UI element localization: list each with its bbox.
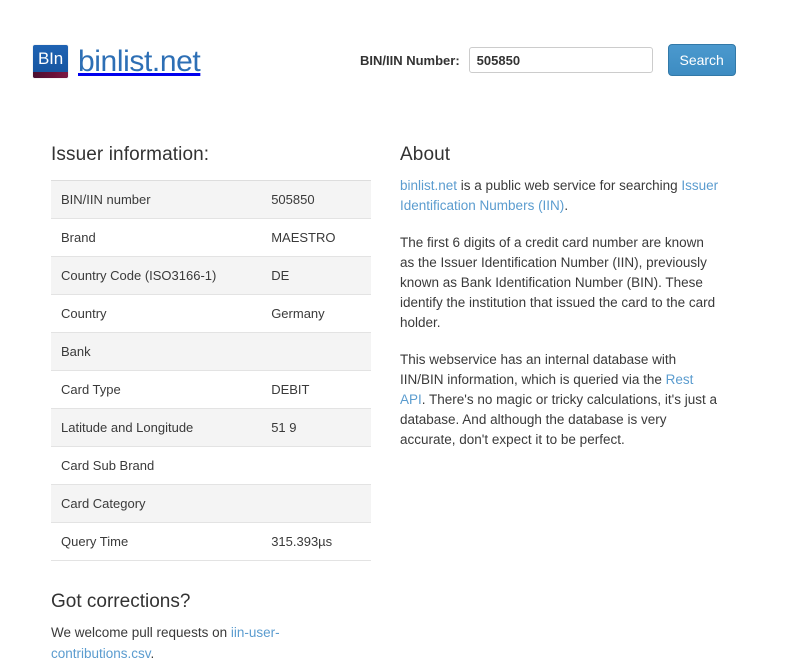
- table-row: BIN/IIN number 505850: [51, 180, 371, 219]
- about-column: About binlist.net is a public web servic…: [400, 108, 720, 450]
- row-key: BIN/IIN number: [61, 192, 151, 207]
- row-key: Country Code (ISO3166-1): [61, 268, 217, 283]
- row-value: Germany: [271, 306, 325, 321]
- search-form: BIN/IIN Number: Search: [360, 44, 736, 76]
- row-key: Latitude and Longitude: [61, 420, 194, 435]
- about-title: About: [400, 144, 451, 165]
- binlist-net-link[interactable]: binlist.net: [400, 178, 457, 193]
- row-key: Card Sub Brand: [61, 458, 155, 473]
- about-paragraph-1: binlist.net is a public web service for …: [400, 176, 720, 216]
- table-row: Latitude and Longitude 51 9: [51, 408, 371, 447]
- row-key: Bank: [61, 344, 91, 359]
- table-row: Card Category: [51, 484, 371, 523]
- corrections-text: We welcome pull requests on iin-user-con…: [51, 622, 371, 664]
- row-value: 505850: [271, 192, 315, 207]
- about-p1-end: .: [564, 198, 569, 213]
- bin-search-input[interactable]: [468, 47, 653, 73]
- table-row: Query Time 315.393µs: [51, 523, 371, 561]
- logo-badge-text: BIn: [38, 49, 63, 68]
- search-button[interactable]: Search: [667, 44, 736, 76]
- row-key: Query Time: [61, 534, 129, 549]
- row-key: Card Type: [61, 382, 121, 397]
- issuer-column: Issuer information: BIN/IIN number 50585…: [51, 108, 371, 664]
- row-value: [261, 333, 371, 371]
- site-logo-link[interactable]: BIn binlist.net: [33, 45, 201, 78]
- row-key: Brand: [61, 230, 96, 245]
- corrections-title: Got corrections?: [51, 591, 191, 612]
- logo-badge-icon: BIn: [33, 45, 68, 78]
- search-label: BIN/IIN Number:: [360, 52, 460, 68]
- about-paragraph-3: This webservice has an internal database…: [400, 350, 720, 450]
- table-row: Country Code (ISO3166-1) DE: [51, 256, 371, 295]
- row-value: DE: [271, 268, 290, 283]
- row-value: DEBIT: [271, 382, 310, 397]
- row-value: [261, 447, 371, 485]
- table-row: Card Sub Brand: [51, 447, 371, 485]
- row-key: Card Category: [61, 496, 146, 511]
- table-row: Country Germany: [51, 295, 371, 333]
- corrections-section: Got corrections? We welcome pull request…: [51, 591, 371, 664]
- page-root: BIn binlist.net BIN/IIN Number: Search I…: [0, 0, 796, 670]
- logo-badge-strip: [33, 72, 68, 78]
- brand-name: binlist.net: [78, 45, 201, 78]
- table-row: Card Type DEBIT: [51, 371, 371, 409]
- about-body: binlist.net is a public web service for …: [400, 176, 720, 450]
- table-row: Brand MAESTRO: [51, 219, 371, 257]
- about-p1-mid: is a public web service for searching: [457, 178, 682, 193]
- issuer-information-table: BIN/IIN number 505850 Brand MAESTRO Coun…: [51, 180, 371, 561]
- row-value: [261, 485, 371, 523]
- corrections-text-before: We welcome pull requests on: [51, 625, 231, 640]
- issuer-information-title: Issuer information:: [51, 144, 210, 165]
- table-row: Bank: [51, 332, 371, 371]
- about-p3-start: This webservice has an internal database…: [400, 352, 677, 387]
- row-value: 51 9: [271, 420, 297, 435]
- corrections-text-after: .: [150, 646, 155, 661]
- about-paragraph-2: The first 6 digits of a credit card numb…: [400, 235, 716, 330]
- about-p3-end: . There's no magic or tricky calculation…: [400, 392, 718, 447]
- row-value: MAESTRO: [271, 230, 336, 245]
- row-value: 315.393µs: [271, 534, 333, 549]
- site-header: BIn binlist.net BIN/IIN Number: Search: [0, 0, 796, 108]
- row-key: Country: [61, 306, 107, 321]
